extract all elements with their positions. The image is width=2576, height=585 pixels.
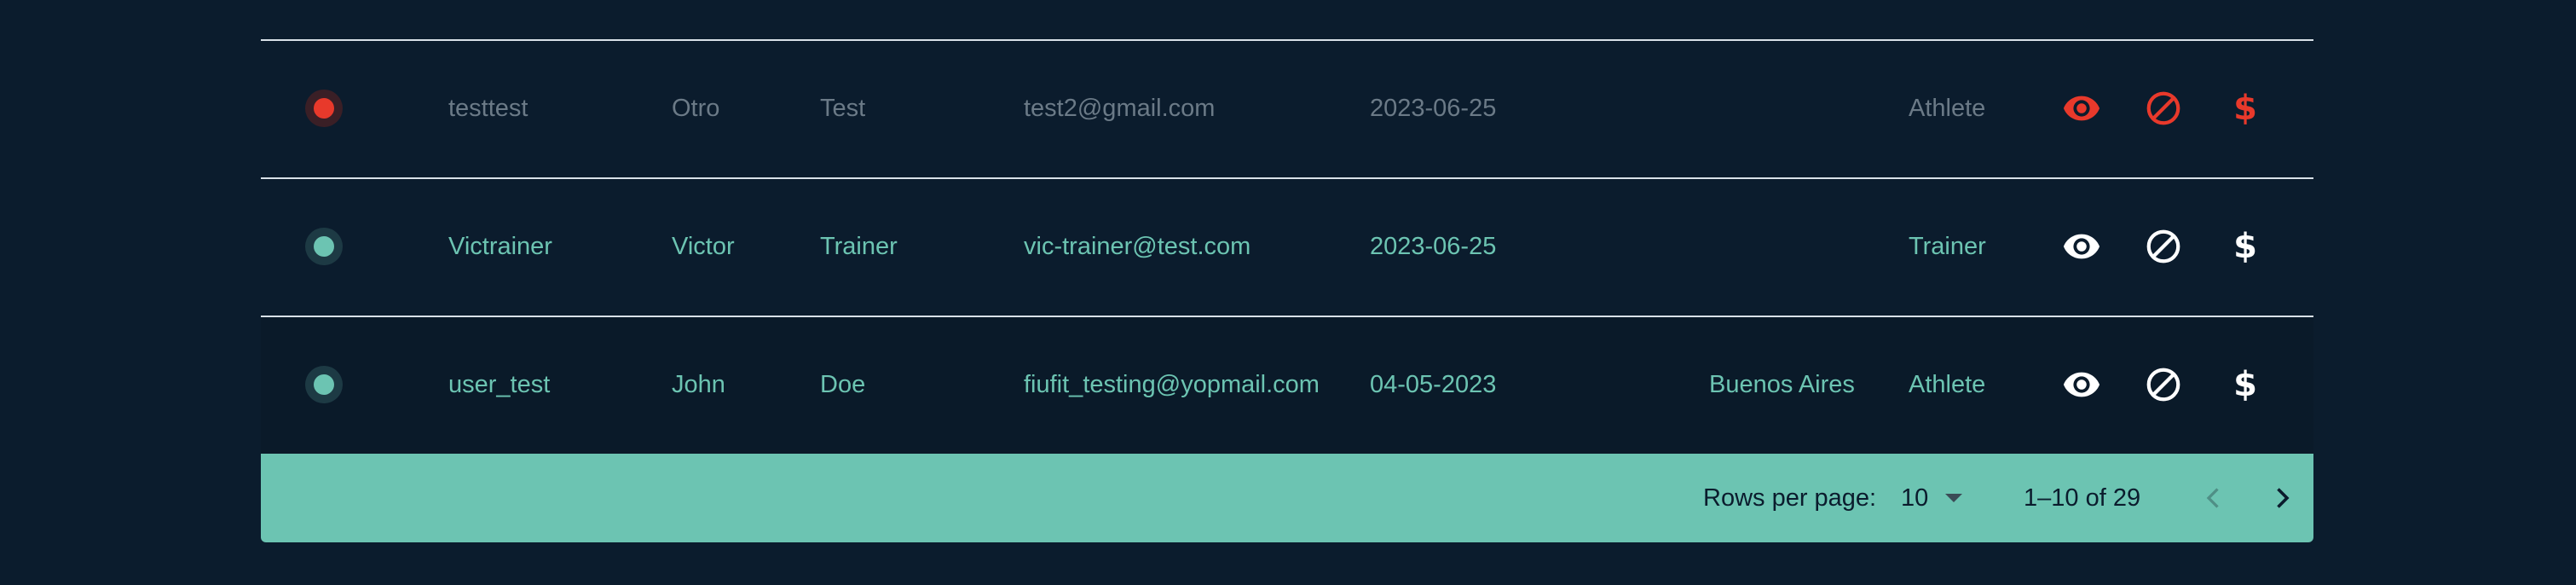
chevron-right-icon	[2277, 488, 2290, 508]
eye-icon[interactable]	[2056, 83, 2107, 134]
pagination-range: 1–10 of 29	[2024, 484, 2141, 512]
first-name-cell: John	[672, 370, 725, 398]
last-name-cell: Test	[820, 94, 866, 122]
eye-icon[interactable]	[2056, 221, 2107, 272]
block-icon[interactable]	[2138, 83, 2189, 134]
status-indicator	[305, 366, 343, 403]
role-cell: Athlete	[1909, 370, 1986, 398]
dollar-icon[interactable]: $	[2220, 221, 2271, 272]
location-cell: Buenos Aires	[1709, 370, 1855, 398]
block-icon[interactable]	[2138, 221, 2189, 272]
role-cell: Athlete	[1909, 94, 1986, 122]
date-cell: 2023-06-25	[1370, 232, 1497, 260]
username-cell: Victrainer	[448, 232, 552, 260]
status-indicator	[305, 90, 343, 127]
email-cell: vic-trainer@test.com	[1024, 232, 1251, 260]
block-icon[interactable]	[2138, 359, 2189, 410]
first-name-cell: Otro	[672, 94, 720, 122]
rows-per-page-label: Rows per page:	[1703, 484, 1877, 512]
username-cell: testtest	[448, 94, 528, 122]
rows-per-page-value: 10	[1901, 484, 1929, 512]
username-cell: user_test	[448, 370, 551, 398]
status-dot-active	[314, 374, 334, 395]
role-cell: Trainer	[1909, 232, 1986, 260]
pagination-bar: Rows per page: 10 1–10 of 29	[261, 454, 2313, 542]
chevron-left-icon	[2206, 488, 2219, 508]
date-cell: 04-05-2023	[1370, 370, 1497, 398]
table-row: testtest Otro Test test2@gmail.com 2023-…	[261, 39, 2313, 176]
first-name-cell: Victor	[672, 232, 735, 260]
table-row: Victrainer Victor Trainer vic-trainer@te…	[261, 177, 2313, 314]
eye-icon[interactable]	[2056, 359, 2107, 410]
status-indicator	[305, 228, 343, 265]
status-dot-active	[314, 236, 334, 257]
email-cell: test2@gmail.com	[1024, 94, 1216, 122]
dollar-icon[interactable]: $	[2220, 359, 2271, 410]
next-page-button[interactable]	[2261, 477, 2303, 519]
table-row: user_test John Doe fiufit_testing@yopmai…	[261, 316, 2313, 454]
status-dot-inactive	[314, 98, 334, 119]
rows-per-page-select[interactable]: 10	[1901, 472, 1978, 524]
previous-page-button[interactable]	[2192, 477, 2235, 519]
last-name-cell: Doe	[820, 370, 866, 398]
last-name-cell: Trainer	[820, 232, 898, 260]
dollar-icon[interactable]: $	[2220, 83, 2271, 134]
email-cell: fiufit_testing@yopmail.com	[1024, 370, 1320, 398]
date-cell: 2023-06-25	[1370, 94, 1497, 122]
caret-down-icon	[1945, 494, 1963, 502]
